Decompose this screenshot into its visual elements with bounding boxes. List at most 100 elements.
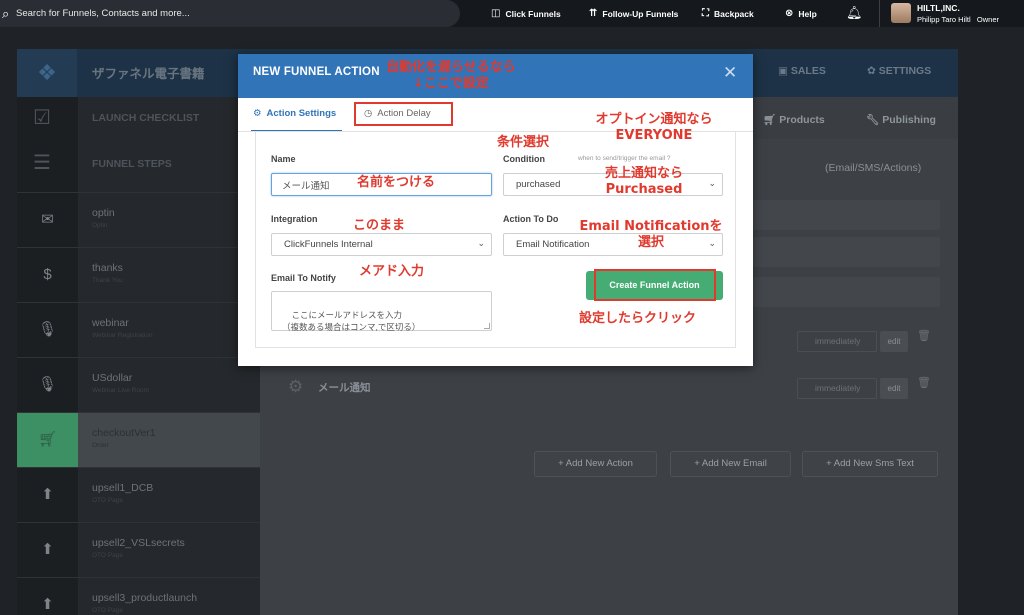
step-type: OTO Page <box>92 552 123 559</box>
sidebar-step-upsell3[interactable]: ⬆ upsell3_productlaunch OTO Page <box>17 577 260 615</box>
annotation-action: Email Notificationを 選択 <box>579 219 723 250</box>
annotation-name: 名前をつける <box>357 175 436 190</box>
timing-badge: immediately <box>797 378 877 399</box>
annotation-sales: 売上通知なら Purchased <box>604 166 683 197</box>
add-new-sms-button[interactable]: + Add New Sms Text <box>802 451 938 477</box>
resize-handle[interactable] <box>484 323 490 329</box>
background-row <box>753 277 940 307</box>
clickfunnels-icon: ◫ <box>491 8 501 19</box>
user-name: Philipp Taro Hiltl <box>917 15 971 24</box>
condition-hint: when to send/trigger the email ? <box>578 155 671 162</box>
add-new-action-button[interactable]: + Add New Action <box>534 451 657 477</box>
sidebar-step-webinar[interactable]: 🎙︎ webinar Webinar Registration <box>17 302 260 357</box>
step-name: thanks <box>92 262 123 274</box>
annotation-email: メアド入力 <box>359 264 425 279</box>
microphone-icon: 🎙︎ <box>37 321 58 338</box>
background-row <box>753 237 940 267</box>
annotation-click: 設定したらクリック <box>579 311 697 326</box>
menu-icon: ☰ <box>33 152 51 174</box>
highlight-action-delay <box>354 102 453 126</box>
global-search[interactable]: ⌕ <box>0 0 460 27</box>
avatar[interactable] <box>891 3 911 23</box>
cart-icon: 🛒︎ <box>17 413 78 467</box>
sidebar-step-optin[interactable]: ✉ optin Optin <box>17 192 260 247</box>
step-type: OTO Page <box>92 607 123 614</box>
step-name: upsell2_VSLsecrets <box>92 537 185 549</box>
button-label: Add New Action <box>565 458 633 469</box>
step-type: Optin <box>92 222 108 229</box>
email-to-notify-textarea[interactable]: ここにメールアドレスを入力 （複数ある場合はコンマ,で区切る） <box>271 291 492 332</box>
user-company: HILTL,INC. <box>917 3 960 13</box>
trash-icon[interactable]: 🗑︎ <box>917 376 931 389</box>
tab-settings[interactable]: ✿ SETTINGS <box>867 65 931 77</box>
arrow-up-icon: ⬆ <box>41 541 54 558</box>
action-name: メール通知 <box>318 382 371 394</box>
bell-icon[interactable]: 🔔︎ <box>846 5 863 21</box>
timing-label: immediately <box>815 383 861 393</box>
step-name: upsell3_productlaunch <box>92 592 198 604</box>
gears-icon: ⚙ <box>253 108 262 119</box>
arrow-up-icon: ⬆ <box>41 596 54 613</box>
search-input[interactable] <box>16 0 446 27</box>
user-name-role: Philipp Taro Hiltl Owner <box>917 15 999 24</box>
dollar-icon: $ <box>43 266 52 283</box>
tab-sales[interactable]: ▣ SALES <box>778 65 826 77</box>
nav-follow-up-funnels[interactable]: ⇈ Follow-Up Funnels <box>589 0 678 27</box>
step-name: upsell1_DCB <box>92 482 154 494</box>
step-name: checkoutVer1 <box>92 427 156 439</box>
nav-backpack[interactable]: ⛶ Backpack <box>702 0 754 27</box>
textarea-placeholder: ここにメールアドレスを入力 （複数ある場合はコンマ,で区切る） <box>282 310 421 332</box>
search-icon: ⌕ <box>2 6 10 21</box>
annotation-condition: 条件選択 <box>497 135 550 150</box>
edit-button[interactable]: edit <box>880 331 908 352</box>
step-type: Thank You <box>92 277 123 284</box>
tab-label: Action Settings <box>266 108 337 119</box>
button-label: Add New Email <box>701 458 767 469</box>
user-role: Owner <box>976 15 999 24</box>
add-new-email-button[interactable]: + Add New Email <box>670 451 791 477</box>
step-name: webinar <box>92 317 129 329</box>
step-name: USdollar <box>92 372 133 384</box>
chevron-down-icon: ⌄ <box>477 238 485 248</box>
nav-label: Follow-Up Funnels <box>602 8 679 19</box>
nav-help[interactable]: ⊗ Help <box>785 0 817 27</box>
tab-label: Products <box>779 114 825 126</box>
funnel-title: ザファネル電子書籍 <box>92 67 205 81</box>
funnel-logo-icon: ❖ <box>17 49 77 97</box>
highlight-create-button <box>594 269 716 301</box>
annotation-optin: オプトイン通知なら EVERYONE <box>595 112 713 143</box>
funnel-action-row: ⚙ メール通知 immediately edit 🗑︎ <box>280 373 940 403</box>
gear-icon: ⚙ <box>288 377 304 396</box>
sidebar-step-usdollar[interactable]: 🎙︎ USdollar Webinar Live Room <box>17 357 260 412</box>
mail-icon: ✉ <box>41 211 54 228</box>
selected-value: ClickFunnels Internal <box>284 239 373 250</box>
annotation-integration: このまま <box>353 218 406 233</box>
chevron-down-icon: ⌄ <box>708 178 716 188</box>
question-icon: ? <box>666 155 671 162</box>
chevrons-up-icon: ⇈ <box>589 8 598 19</box>
name-label: Name <box>271 154 296 164</box>
selected-value: purchased <box>516 179 561 190</box>
trash-icon[interactable]: 🗑︎ <box>917 329 931 342</box>
sidebar-step-upsell2[interactable]: ⬆ upsell2_VSLsecrets OTO Page <box>17 522 260 577</box>
microphone-icon: 🎙︎ <box>37 376 58 393</box>
sidebar-step-upsell1[interactable]: ⬆ upsell1_DCB OTO Page <box>17 467 260 522</box>
tab-action-settings[interactable]: ⚙ Action Settings <box>250 108 343 132</box>
tab-products[interactable]: 🛒︎ Products <box>763 113 825 126</box>
integration-select[interactable]: ClickFunnels Internal ⌄ <box>271 233 492 256</box>
step-type: Webinar Live Room <box>92 387 149 394</box>
edit-button[interactable]: edit <box>880 378 908 399</box>
backpack-icon: ⛶ <box>702 8 709 19</box>
checklist-icon: ☑ <box>33 107 51 129</box>
tab-publishing[interactable]: 🔧︎ Publishing <box>866 113 936 126</box>
nav-click-funnels[interactable]: ◫ Click Funnels <box>491 0 561 27</box>
nav-label: Help <box>798 8 817 19</box>
button-label: Add New Sms Text <box>833 458 914 469</box>
close-icon[interactable]: ✕ <box>723 63 737 83</box>
background-row <box>753 200 940 230</box>
sidebar-step-checkoutver1[interactable]: 🛒︎ checkoutVer1 Order <box>17 412 260 467</box>
nav-label: Backpack <box>714 8 754 19</box>
tab-label: SETTINGS <box>878 65 932 77</box>
sidebar-step-thanks[interactable]: $ thanks Thank You <box>17 247 260 302</box>
launch-checklist[interactable]: LAUNCH CHECKLIST <box>92 112 199 124</box>
